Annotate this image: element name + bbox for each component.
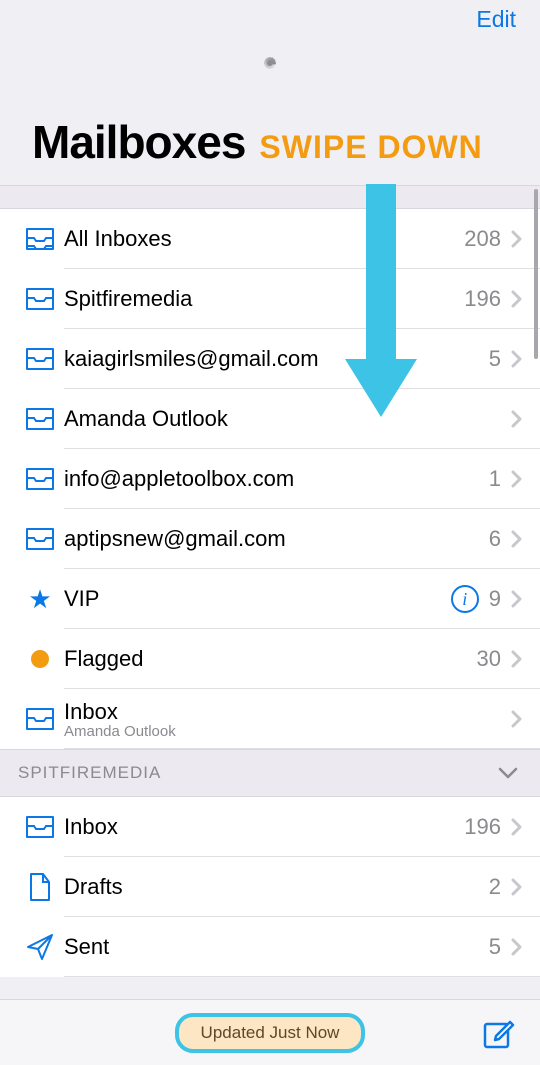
chevron-right-icon <box>511 590 522 608</box>
chevron-right-icon <box>511 290 522 308</box>
tray-icon <box>24 226 56 252</box>
mailbox-row[interactable]: kaiagirlsmiles@gmail.com5 <box>0 329 540 389</box>
mailboxes-list: All Inboxes208Spitfiremedia196kaiagirlsm… <box>0 209 540 749</box>
mailbox-row[interactable]: info@appletoolbox.com1 <box>0 449 540 509</box>
mailbox-row[interactable]: Amanda Outlook <box>0 389 540 449</box>
chevron-right-icon <box>511 938 522 956</box>
status-badge: Updated Just Now <box>175 1013 366 1053</box>
mailbox-label: info@appletoolbox.com <box>64 466 489 492</box>
flag-dot-icon <box>31 650 49 668</box>
mailbox-row[interactable]: aptipsnew@gmail.com6 <box>0 509 540 569</box>
mailbox-row[interactable]: ★ VIPi9 <box>0 569 540 629</box>
annotation-text: SWIPE DOWN <box>259 129 482 166</box>
unread-count: 1 <box>489 466 501 492</box>
mailbox-row[interactable]: Spitfiremedia196 <box>0 269 540 329</box>
tray-icon <box>24 526 56 552</box>
chevron-right-icon <box>511 410 522 428</box>
info-icon[interactable]: i <box>451 585 479 613</box>
paper-plane-icon <box>25 932 55 962</box>
edit-button[interactable]: Edit <box>476 6 516 33</box>
tray-icon <box>24 814 56 840</box>
section-list: Inbox196Drafts2Sent5 <box>0 797 540 977</box>
mailbox-row[interactable]: Sent5 <box>0 917 540 977</box>
unread-count: 9 <box>489 586 501 612</box>
mailbox-label: Flagged <box>64 646 477 672</box>
chevron-down-icon <box>498 767 518 779</box>
tray-icon <box>24 346 56 372</box>
unread-count: 30 <box>477 646 501 672</box>
mailbox-row[interactable]: Drafts2 <box>0 857 540 917</box>
mailbox-row[interactable]: Flagged30 <box>0 629 540 689</box>
unread-count: 208 <box>464 226 501 252</box>
tray-icon <box>24 286 56 312</box>
chevron-right-icon <box>511 650 522 668</box>
chevron-right-icon <box>511 530 522 548</box>
compose-button[interactable] <box>482 1016 516 1050</box>
scroll-indicator <box>534 189 538 359</box>
tray-icon <box>24 466 56 492</box>
mailbox-label: Amanda Outlook <box>64 406 511 432</box>
mailbox-label: All Inboxes <box>64 226 464 252</box>
tray-icon <box>24 406 56 432</box>
unread-count: 6 <box>489 526 501 552</box>
star-icon: ★ <box>28 584 51 615</box>
section-title: SPITFIREMEDIA <box>18 763 161 783</box>
mailbox-label: aptipsnew@gmail.com <box>64 526 489 552</box>
tray-icon <box>24 706 56 732</box>
section-header[interactable]: SPITFIREMEDIA <box>0 749 540 797</box>
toolbar: Updated Just Now <box>0 999 540 1065</box>
mailbox-label: Drafts <box>64 874 489 900</box>
page-title: Mailboxes <box>32 115 245 169</box>
chevron-right-icon <box>511 710 522 728</box>
mailbox-label: Inbox <box>64 814 464 840</box>
unread-count: 5 <box>489 346 501 372</box>
chevron-right-icon <box>511 878 522 896</box>
mailbox-row[interactable]: All Inboxes208 <box>0 209 540 269</box>
mailbox-label: VIP <box>64 586 451 612</box>
refresh-spinner-icon <box>0 40 540 115</box>
chevron-right-icon <box>511 818 522 836</box>
mailbox-label: Spitfiremedia <box>64 286 464 312</box>
mailbox-label: Sent <box>64 934 489 960</box>
mailbox-label: kaiagirlsmiles@gmail.com <box>64 346 489 372</box>
unread-count: 2 <box>489 874 501 900</box>
mailbox-row[interactable]: Inbox196 <box>0 797 540 857</box>
mailbox-row[interactable]: InboxAmanda Outlook <box>0 689 540 749</box>
unread-count: 196 <box>464 814 501 840</box>
document-icon <box>27 872 53 902</box>
chevron-right-icon <box>511 470 522 488</box>
mailbox-label: InboxAmanda Outlook <box>64 699 511 740</box>
chevron-right-icon <box>511 230 522 248</box>
unread-count: 5 <box>489 934 501 960</box>
chevron-right-icon <box>511 350 522 368</box>
unread-count: 196 <box>464 286 501 312</box>
